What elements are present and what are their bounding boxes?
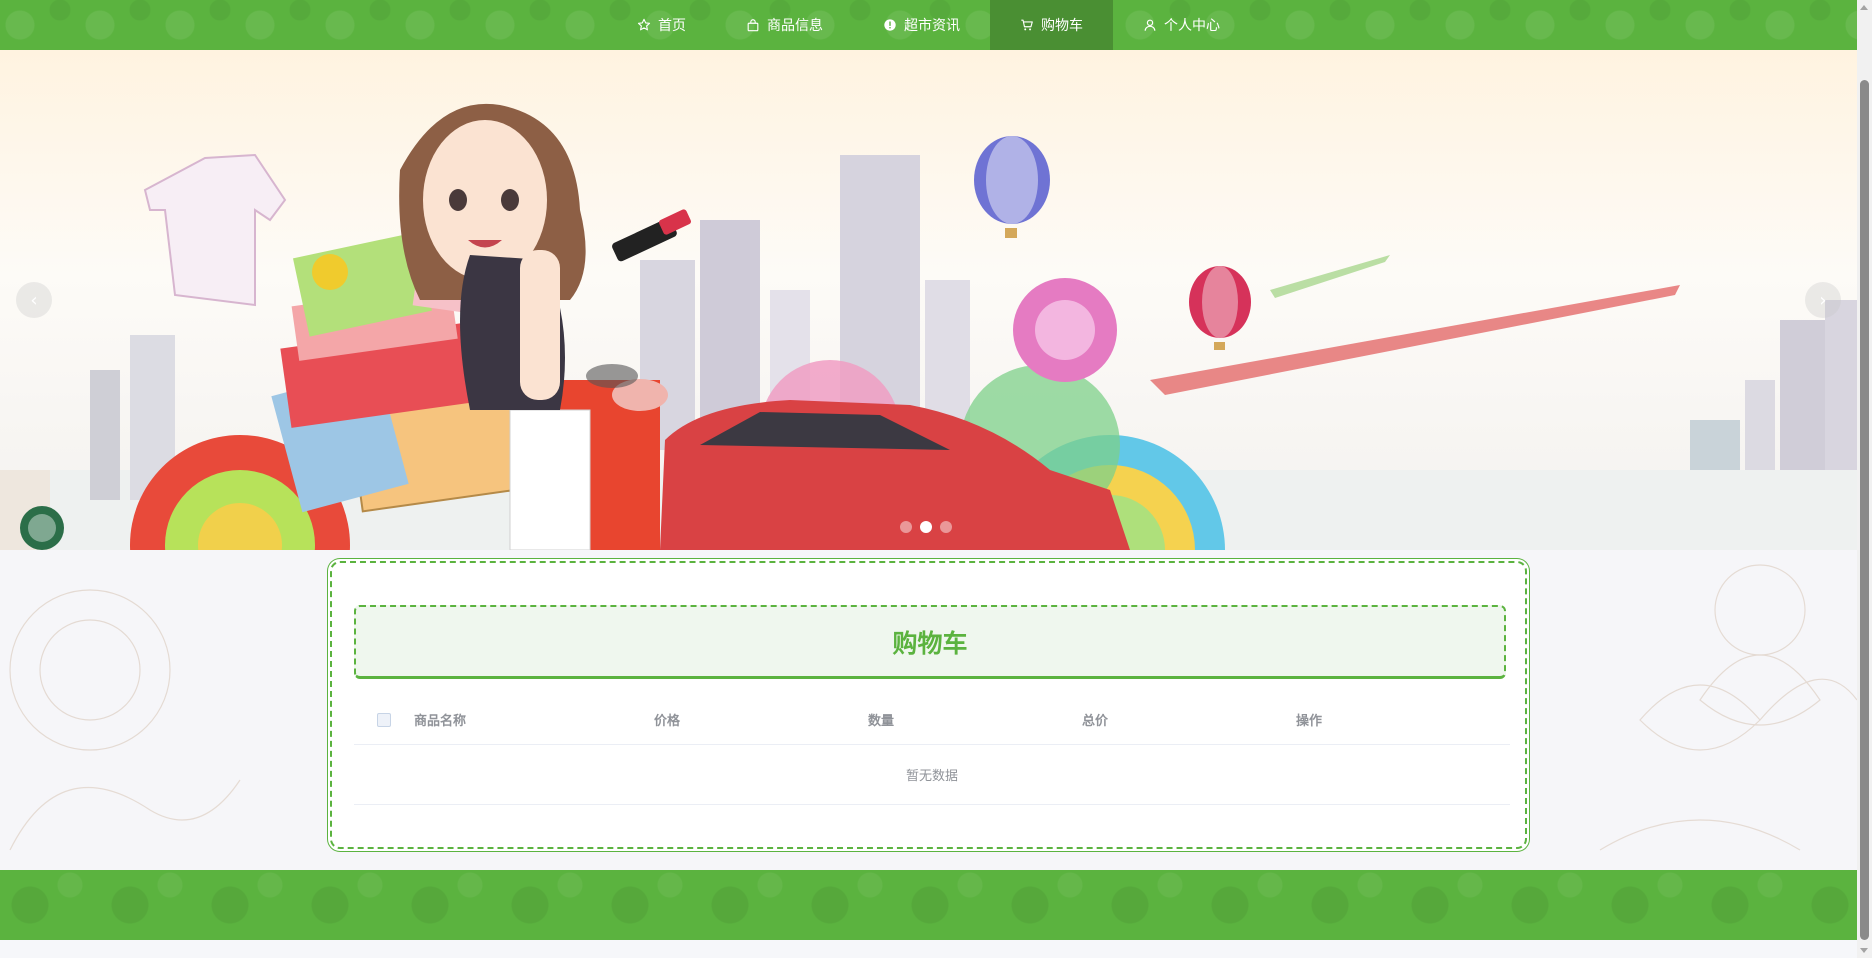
scroll-up-arrow-icon[interactable] [1860, 5, 1868, 10]
scroll-down-arrow-icon[interactable] [1860, 948, 1868, 953]
column-header-quantity: 数量 [868, 714, 895, 729]
carousel-next-button[interactable]: › [1805, 282, 1841, 318]
banner-carousel: ‹ › [0, 50, 1857, 550]
info-circle-icon [884, 19, 896, 31]
chevron-right-icon: › [1819, 289, 1827, 311]
nav-item-label: 商品信息 [767, 18, 823, 34]
cart-title-banner: 购物车 [354, 605, 1506, 679]
nav-item-cart[interactable]: 购物车 [990, 0, 1113, 50]
select-all-checkbox[interactable] [377, 712, 391, 727]
cart-panel: 购物车 商品名称 价格 数量 总价 操作 暂无数据 [330, 561, 1527, 849]
column-header-name: 商品名称 [414, 714, 467, 729]
nav-item-label: 超市资讯 [904, 18, 960, 34]
column-header-total: 总价 [1082, 714, 1109, 729]
empty-state-text: 暂无数据 [905, 769, 958, 784]
top-navigation-bar: 首页 商品信息 超市资讯 购物车 个人中心 [0, 0, 1857, 50]
scrollbar-thumb[interactable] [1860, 80, 1869, 940]
table-empty-row: 暂无数据 [354, 745, 1510, 805]
carousel-indicators [900, 521, 952, 533]
nav-item-label: 首页 [658, 18, 686, 34]
cart-table: 商品名称 价格 数量 总价 操作 暂无数据 [354, 695, 1510, 805]
carousel-prev-button[interactable]: ‹ [16, 282, 52, 318]
carousel-dot-active[interactable] [920, 521, 932, 533]
carousel-dot[interactable] [940, 521, 952, 533]
table-header: 商品名称 价格 数量 总价 操作 [354, 695, 1510, 745]
banner-illustration [0, 103, 1857, 550]
shopping-bag-icon [747, 19, 759, 32]
column-header-price: 价格 [654, 714, 681, 729]
page-title: 购物车 [892, 628, 968, 658]
nav-item-profile[interactable]: 个人中心 [1113, 0, 1250, 50]
chevron-left-icon: ‹ [30, 289, 38, 311]
cart-icon [1021, 19, 1033, 31]
user-icon [1144, 19, 1156, 31]
nav-item-products[interactable]: 商品信息 [716, 0, 853, 50]
footer [0, 870, 1857, 940]
star-icon [637, 18, 651, 31]
nav-item-label: 购物车 [1041, 18, 1083, 34]
nav-item-home[interactable]: 首页 [607, 0, 716, 50]
vertical-scrollbar[interactable] [1857, 0, 1872, 958]
carousel-dot[interactable] [900, 521, 912, 533]
page-bottom-strip [0, 940, 1857, 958]
nav-item-label: 个人中心 [1164, 18, 1220, 34]
column-header-actions: 操作 [1296, 714, 1323, 729]
select-all-cell [354, 712, 414, 727]
nav-item-news[interactable]: 超市资讯 [853, 0, 990, 50]
